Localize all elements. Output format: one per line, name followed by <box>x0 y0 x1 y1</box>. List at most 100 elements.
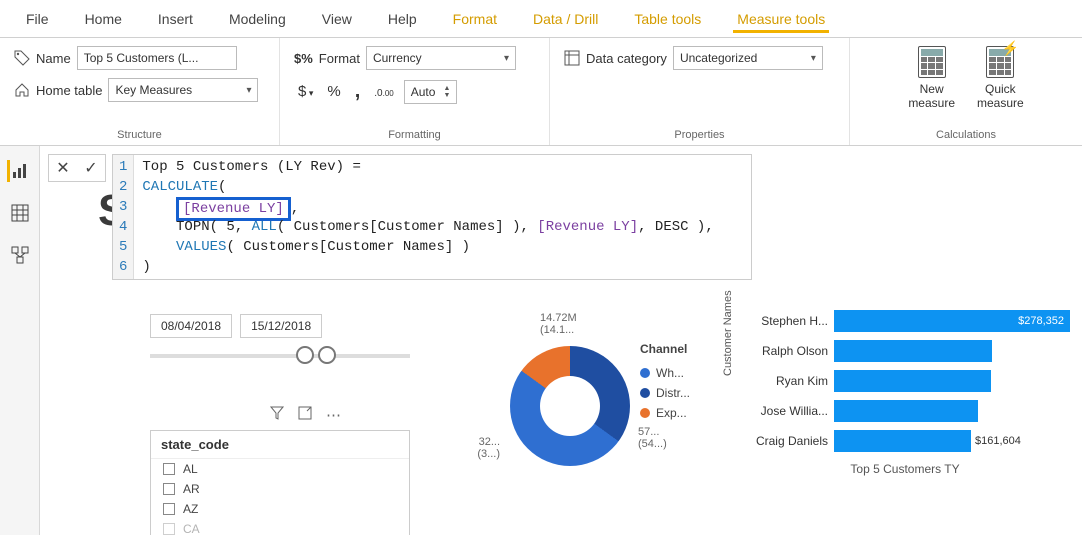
category-dropdown[interactable]: Uncategorized ▾ <box>673 46 823 70</box>
date-to-input[interactable]: 15/12/2018 <box>240 314 322 338</box>
checkbox-icon[interactable] <box>163 463 175 475</box>
legend-item[interactable]: Exp... <box>640 406 690 420</box>
bar-fill <box>834 340 992 362</box>
slicer-item-label: CA <box>183 522 200 535</box>
donut-right-label: 57...(54...) <box>638 426 667 450</box>
format-prefix-icon: $% <box>294 51 313 66</box>
group-label-calculations: Calculations <box>864 125 1068 141</box>
tab-file[interactable]: File <box>8 3 67 37</box>
formula-line4-pre: TOPN( 5, <box>142 219 251 235</box>
legend-label: Distr... <box>656 386 690 400</box>
tab-view[interactable]: View <box>304 3 370 37</box>
data-view-icon[interactable] <box>9 202 31 224</box>
format-value: Currency <box>373 51 422 65</box>
home-table-label: Home table <box>36 83 102 98</box>
bar-track: $161,604 <box>834 430 1070 452</box>
formula-line4-mid: ( Customers[Customer Names] ), <box>277 219 537 235</box>
group-label-formatting: Formatting <box>294 125 535 141</box>
commit-formula-button[interactable]: ✓ <box>77 154 105 182</box>
name-dropdown[interactable]: Top 5 Customers (L... <box>77 46 237 70</box>
new-measure-button[interactable]: New measure <box>900 46 963 110</box>
date-from-input[interactable]: 08/04/2018 <box>150 314 232 338</box>
slicer-item[interactable]: AL <box>151 459 409 479</box>
formula-kw-calculate: CALCULATE <box>142 179 218 195</box>
slicer-title: state_code <box>151 431 409 459</box>
formula-bar: ✕ ✓ 123456 Top 5 Customers (LY Rev) = CA… <box>48 154 752 280</box>
tab-home[interactable]: Home <box>67 3 140 37</box>
group-structure: Name Top 5 Customers (L... Home table Ke… <box>0 38 280 145</box>
donut-chart[interactable]: 32...(3...) 14.72M(14.1... 57...(54...) … <box>440 336 730 466</box>
formula-line-1: Top 5 Customers (LY Rev) = <box>142 159 360 175</box>
tab-data-drill[interactable]: Data / Drill <box>515 3 616 37</box>
legend-item[interactable]: Distr... <box>640 386 690 400</box>
formula-line4-tail: , DESC ), <box>638 219 714 235</box>
state-slicer[interactable]: state_code AL AR AZ CA <box>150 430 410 535</box>
bar-value-label: $169,751 <box>1018 400 1064 422</box>
bar-value-label: $278,352 <box>1018 310 1064 332</box>
bar-category-label: Ryan Kim <box>740 374 828 388</box>
formula-line-6: ) <box>142 259 150 275</box>
formula-line5-pre <box>142 239 176 255</box>
slicer-item-label: AR <box>183 482 200 496</box>
report-canvas[interactable]: Sh ✕ ✓ 123456 Top 5 Customers (LY Rev) =… <box>40 146 1082 535</box>
formula-line3-tail: , <box>291 201 299 217</box>
percent-button[interactable]: % <box>323 81 344 102</box>
decimals-spinner[interactable]: Auto ▲▼ <box>404 80 458 104</box>
formula-field-revly: [Revenue LY] <box>537 219 638 235</box>
spinner-arrows-icon: ▲▼ <box>443 85 450 99</box>
home-table-dropdown[interactable]: Key Measures ▾ <box>108 78 258 102</box>
formula-kw-all: ALL <box>252 219 277 235</box>
date-range: 08/04/2018 15/12/2018 <box>150 314 322 338</box>
group-label-properties: Properties <box>564 125 835 141</box>
quick-measure-button[interactable]: ⚡ Quick measure <box>969 46 1032 110</box>
focus-mode-icon[interactable] <box>298 406 312 424</box>
bar-category-label: Jose Willia... <box>740 404 828 418</box>
donut-left-labels: 32...(3...) <box>440 336 500 466</box>
bar-row[interactable]: Craig Daniels$161,604 <box>740 426 1070 456</box>
currency-button[interactable]: $ ▾ <box>294 81 317 102</box>
bar-chart[interactable]: Customer Names Stephen H...$278,352Ralph… <box>740 306 1070 476</box>
date-slider-track[interactable] <box>150 354 410 358</box>
format-dropdown[interactable]: Currency ▾ <box>366 46 516 70</box>
decimal-inc-button[interactable]: .0.00 <box>370 81 397 102</box>
group-properties: Data category Uncategorized ▾ Properties <box>550 38 850 145</box>
formula-editor[interactable]: 123456 Top 5 Customers (LY Rev) = CALCUL… <box>112 154 752 280</box>
tab-modeling[interactable]: Modeling <box>211 3 304 37</box>
chevron-down-icon: ▾ <box>504 53 509 64</box>
bar-row[interactable]: Stephen H...$278,352 <box>740 306 1070 336</box>
tab-insert[interactable]: Insert <box>140 3 211 37</box>
donut-ring[interactable] <box>510 346 630 466</box>
category-label: Data category <box>586 51 667 66</box>
tab-measure-tools[interactable]: Measure tools <box>719 3 843 37</box>
visual-toolbar: ⋯ <box>270 406 341 424</box>
tab-help[interactable]: Help <box>370 3 435 37</box>
bar-fill <box>834 400 978 422</box>
bar-row[interactable]: Jose Willia... $169,751 <box>740 396 1070 426</box>
report-view-icon[interactable] <box>7 160 29 182</box>
checkbox-icon[interactable] <box>163 483 175 495</box>
ribbon-panel: Name Top 5 Customers (L... Home table Ke… <box>0 38 1082 146</box>
more-options-icon[interactable]: ⋯ <box>326 406 341 424</box>
legend-item[interactable]: Wh... <box>640 366 690 380</box>
bar-row[interactable]: Ryan Kim$185,255 <box>740 366 1070 396</box>
thousands-button[interactable]: , <box>351 78 365 105</box>
tab-table-tools[interactable]: Table tools <box>616 3 719 37</box>
tab-format[interactable]: Format <box>435 3 515 37</box>
formula-code[interactable]: Top 5 Customers (LY Rev) = CALCULATE( [R… <box>134 155 721 279</box>
date-slider-handle-left[interactable] <box>296 346 314 364</box>
slicer-item[interactable]: AZ <box>151 499 409 519</box>
checkbox-icon[interactable] <box>163 503 175 515</box>
view-rail <box>0 146 40 535</box>
filter-icon[interactable] <box>270 406 284 424</box>
cancel-formula-button[interactable]: ✕ <box>49 154 77 182</box>
checkbox-icon[interactable] <box>163 523 175 535</box>
bar-chart-title: Top 5 Customers TY <box>740 462 1070 476</box>
name-value: Top 5 Customers (L... <box>84 51 199 65</box>
slicer-item[interactable]: AR <box>151 479 409 499</box>
date-slider-handle-right[interactable] <box>318 346 336 364</box>
model-view-icon[interactable] <box>9 244 31 266</box>
quick-measure-label: Quick measure <box>977 82 1024 110</box>
bar-track: $169,751 <box>834 400 1070 422</box>
bar-row[interactable]: Ralph Olson$186,823 <box>740 336 1070 366</box>
slicer-item[interactable]: CA <box>151 519 409 535</box>
